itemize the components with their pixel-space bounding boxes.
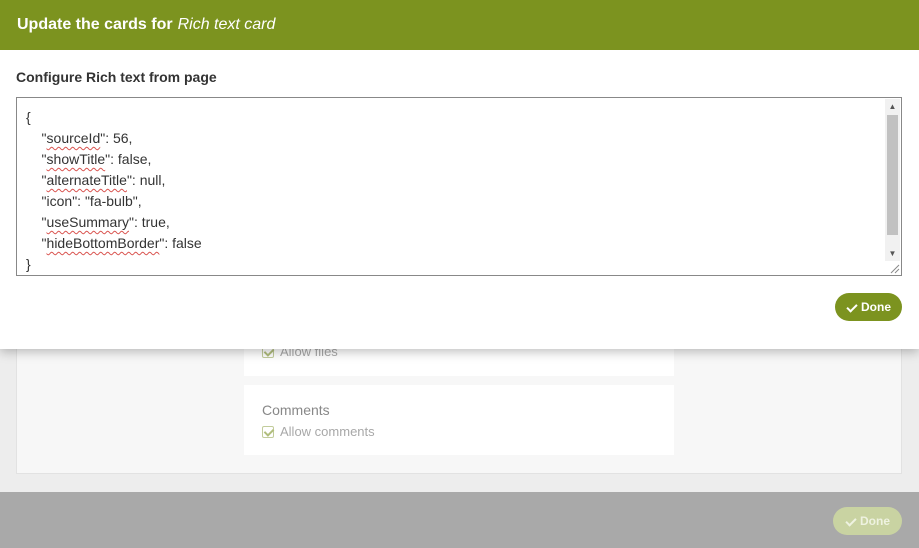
json-key: alternateTitle [46,172,127,188]
json-line-text: ": false, [105,151,152,167]
done-label: Done [861,300,891,314]
json-line-text: " [26,235,47,251]
check-icon [846,303,856,311]
json-line-text: ": false [159,235,202,251]
scroll-down-arrow-icon[interactable]: ▼ [885,246,900,261]
json-key: useSummary [46,214,129,230]
allow-comments-label: Allow comments [280,424,375,439]
comments-title: Comments [262,402,330,418]
json-line-text: " [26,172,47,188]
json-line-text: ": null, [126,172,166,188]
modal-header: Update the cards for Rich text card [0,0,919,50]
update-cards-modal: Update the cards for Rich text card Conf… [0,0,919,349]
json-line-text: " [26,151,47,167]
json-line: "icon": "fa-bulb", [26,191,202,212]
json-line: { [26,107,202,128]
json-line-text: { [26,109,31,125]
json-line: "useSummary": true, [26,212,202,233]
textarea-scrollbar[interactable]: ▲ ▼ [885,99,900,261]
allow-comments-option[interactable]: Allow comments [262,424,375,439]
checkbox-checked-icon[interactable] [262,425,274,438]
json-line-text: ": true, [129,214,170,230]
json-line: "showTitle": false, [26,149,202,170]
config-json-textarea[interactable]: { "sourceId": 56, "showTitle": false, "a… [16,97,902,276]
json-line-text: "icon": "fa-bulb", [26,193,142,209]
json-key: showTitle [46,151,106,167]
config-field-label: Configure Rich text from page [16,69,217,85]
json-line-text: " [26,130,47,146]
modal-title-card-name: Rich text card [177,16,276,33]
json-line: } [26,254,202,275]
footer-done-label: Done [860,514,890,528]
json-line: "hideBottomBorder": false [26,233,202,254]
page-footer: Done [0,492,919,548]
comments-card: Comments Allow comments [244,385,674,455]
footer-done-button[interactable]: Done [833,507,902,535]
json-line: "sourceId": 56, [26,128,202,149]
check-icon [845,517,855,525]
json-line-text: " [26,214,47,230]
scroll-thumb[interactable] [887,115,898,235]
json-key: hideBottomBorder [46,235,160,251]
json-line-text: } [26,256,31,272]
scroll-up-arrow-icon[interactable]: ▲ [885,99,900,114]
modal-title-prefix: Update the cards for [17,16,173,33]
json-line-text: ": 56, [100,130,133,146]
json-key: sourceId [46,130,101,146]
resize-grip-icon[interactable] [888,262,900,274]
json-content[interactable]: { "sourceId": 56, "showTitle": false, "a… [26,107,202,275]
json-line: "alternateTitle": null, [26,170,202,191]
done-button[interactable]: Done [835,293,902,321]
